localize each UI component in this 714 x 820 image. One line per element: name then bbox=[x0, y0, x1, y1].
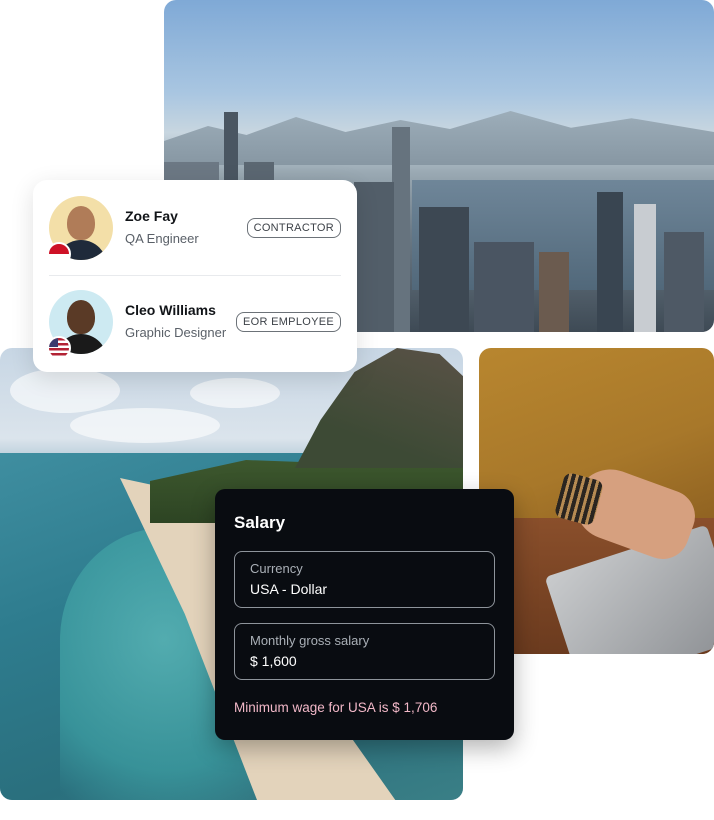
divider bbox=[49, 275, 341, 276]
mountain-range bbox=[164, 111, 714, 165]
minimum-wage-note: Minimum wage for USA is $ 1,706 bbox=[234, 700, 438, 715]
employee-row[interactable]: Cleo Williams Graphic Designer EOR EMPLO… bbox=[47, 290, 341, 368]
salary-card: Salary Currency USA - Dollar Monthly gro… bbox=[215, 489, 514, 740]
currency-value: USA - Dollar bbox=[250, 581, 328, 597]
employee-name: Zoe Fay bbox=[125, 208, 178, 224]
monthly-salary-input[interactable]: Monthly gross salary $ 1,600 bbox=[234, 623, 495, 680]
employee-role: Graphic Designer bbox=[125, 325, 227, 340]
monthly-salary-label: Monthly gross salary bbox=[250, 633, 370, 648]
employee-role: QA Engineer bbox=[125, 231, 199, 246]
monthly-salary-value: $ 1,600 bbox=[250, 653, 297, 669]
employee-name: Cleo Williams bbox=[125, 302, 216, 318]
employee-row[interactable]: Zoe Fay QA Engineer CONTRACTOR bbox=[47, 196, 341, 274]
laptop-typing-photo bbox=[479, 348, 714, 654]
team-card: Zoe Fay QA Engineer CONTRACTOR Cleo Will… bbox=[33, 180, 357, 372]
currency-label: Currency bbox=[250, 561, 303, 576]
salary-title: Salary bbox=[234, 513, 286, 532]
usa-flag-icon bbox=[47, 336, 71, 360]
currency-select[interactable]: Currency USA - Dollar bbox=[234, 551, 495, 608]
employment-type-badge: EOR EMPLOYEE bbox=[235, 312, 341, 332]
employment-type-badge: CONTRACTOR bbox=[246, 218, 341, 238]
indonesia-flag-icon bbox=[47, 242, 71, 266]
